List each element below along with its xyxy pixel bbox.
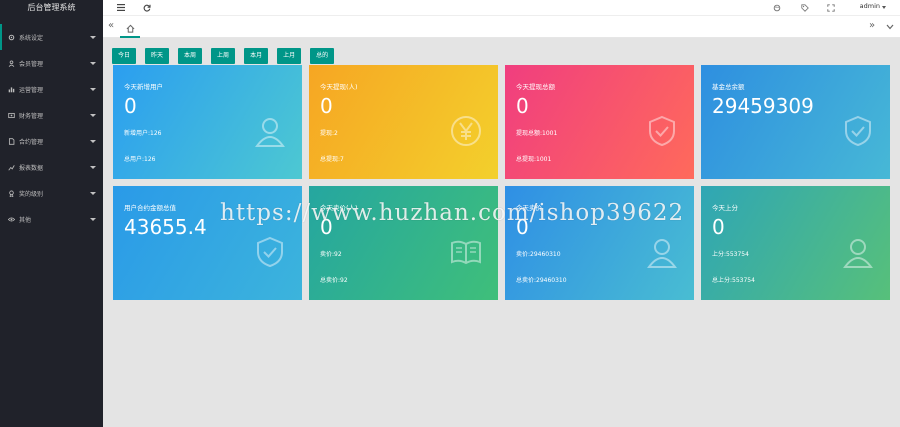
top-header: admin <box>103 0 900 16</box>
shield-check-icon <box>257 236 283 268</box>
sidebar: 后台管理系统 系统设定 会员管理 运营管理 财务管理 合约管理 报表数据 奖的级… <box>0 0 103 427</box>
stat-card-fund-balance: 基金总余额 29459309 <box>701 65 890 179</box>
sidebar-item-label: 报表数据 <box>19 164 44 172</box>
stat-card-new-users: 今天新增用户 0 新增用户:126 总用户:126 <box>113 65 302 179</box>
yen-icon <box>451 116 481 146</box>
filter-this-week-button[interactable]: 本周 <box>178 48 203 64</box>
gear-icon <box>8 34 15 41</box>
user-icon <box>647 239 677 268</box>
report-icon <box>8 164 15 171</box>
theme-icon[interactable] <box>772 3 781 12</box>
main-content: 今日 昨天 本周 上周 本月 上月 总的 今天新增用户 0 新增用户:126 总… <box>103 38 900 427</box>
sidebar-item-label: 会员管理 <box>19 60 44 68</box>
card-detail: 卖价:92 <box>320 251 342 258</box>
chevron-down-icon[interactable] <box>882 6 886 9</box>
app-title: 后台管理系统 <box>27 3 76 12</box>
user-menu[interactable]: admin <box>860 2 880 10</box>
sidebar-item-operations[interactable]: 运营管理 <box>0 76 103 102</box>
filter-yesterday-button[interactable]: 昨天 <box>145 48 170 64</box>
filter-this-month-button[interactable]: 本月 <box>244 48 269 64</box>
card-total: 总上分:553754 <box>712 277 755 284</box>
chevron-down-icon <box>90 62 96 65</box>
filter-last-week-button[interactable]: 上周 <box>211 48 236 64</box>
book-icon <box>451 240 481 265</box>
chevron-down-icon <box>90 192 96 195</box>
chevron-down-icon <box>90 166 96 169</box>
sidebar-item-other[interactable]: 其他 <box>0 206 103 232</box>
stat-card-withdraw-users: 今天提现(人) 0 提现:2 总提现:7 <box>309 65 498 179</box>
card-value: 0 <box>516 94 529 118</box>
stat-card-withdraw-amount: 今天提现总额 0 提现总额:1001 总提现:1001 <box>505 65 694 179</box>
money-icon <box>8 112 15 119</box>
card-value: 0 <box>320 94 333 118</box>
card-total: 总卖价:29460310 <box>516 277 567 284</box>
card-detail: 提现:2 <box>320 130 338 137</box>
card-title: 基金总余额 <box>712 83 745 91</box>
scroll-left-icon[interactable]: « <box>108 20 114 32</box>
user-icon <box>843 239 873 268</box>
filter-last-month-button[interactable]: 上月 <box>277 48 302 64</box>
card-detail: 上分:553754 <box>712 251 749 258</box>
card-detail: 新增用户:126 <box>124 130 162 137</box>
tab-home[interactable] <box>120 19 140 38</box>
sidebar-nav: 系统设定 会员管理 运营管理 财务管理 合约管理 报表数据 奖的级别 其他 <box>0 24 103 232</box>
refresh-icon[interactable] <box>142 3 151 12</box>
chart-icon <box>8 86 15 93</box>
chevron-down-icon <box>90 88 96 91</box>
user-icon <box>8 59 15 67</box>
sidebar-item-reports[interactable]: 报表数据 <box>0 154 103 180</box>
fullscreen-icon[interactable] <box>826 3 835 12</box>
sidebar-item-label: 运营管理 <box>19 86 44 94</box>
sidebar-item-label: 其他 <box>19 216 32 224</box>
chevron-down-icon <box>90 36 96 39</box>
menu-toggle-icon[interactable] <box>116 3 125 12</box>
card-value: 29459309 <box>712 94 814 118</box>
watermark-text: https://www.huzhan.com/ishop39622 <box>220 200 685 226</box>
sidebar-item-label: 财务管理 <box>19 112 44 120</box>
chevron-down-icon <box>90 218 96 221</box>
card-title: 今天新增用户 <box>124 83 163 91</box>
user-icon <box>255 118 285 147</box>
award-icon <box>8 190 15 197</box>
card-detail: 卖价:29460310 <box>516 251 561 258</box>
sidebar-item-awards[interactable]: 奖的级别 <box>0 180 103 206</box>
card-title: 今天上分 <box>712 204 738 212</box>
chevron-down-icon <box>90 114 96 117</box>
sidebar-item-contracts[interactable]: 合约管理 <box>0 128 103 154</box>
home-icon <box>126 18 135 37</box>
date-filter-group: 今日 昨天 本周 上周 本月 上月 总的 <box>112 48 343 64</box>
sidebar-item-label: 奖的级别 <box>19 190 44 198</box>
card-total: 总提现:1001 <box>516 156 552 163</box>
file-icon <box>8 137 15 145</box>
filter-total-button[interactable]: 总的 <box>310 48 335 64</box>
scroll-right-icon[interactable]: » <box>869 20 875 32</box>
sidebar-item-label: 系统设定 <box>19 34 44 42</box>
sidebar-item-label: 合约管理 <box>19 138 44 146</box>
sidebar-item-members[interactable]: 会员管理 <box>0 50 103 76</box>
card-title: 今天提现(人) <box>320 83 358 91</box>
filter-today-button[interactable]: 今日 <box>112 48 137 64</box>
tag-icon[interactable] <box>800 3 809 12</box>
card-title: 今天提现总额 <box>516 83 555 91</box>
card-value: 0 <box>712 215 725 239</box>
shield-check-icon <box>649 115 675 147</box>
card-total: 总用户:126 <box>124 156 156 163</box>
sidebar-item-finance[interactable]: 财务管理 <box>0 102 103 128</box>
eye-icon <box>8 216 15 223</box>
tab-bar: « » <box>103 16 900 38</box>
shield-check-icon <box>845 115 871 147</box>
card-total: 总卖价:92 <box>320 277 348 284</box>
card-value: 0 <box>124 94 137 118</box>
sidebar-item-system-settings[interactable]: 系统设定 <box>0 24 103 50</box>
tabs-menu-chevron-icon[interactable] <box>886 22 894 34</box>
card-detail: 提现总额:1001 <box>516 130 558 137</box>
card-total: 总提现:7 <box>320 156 344 163</box>
stat-card-points-added: 今天上分 0 上分:553754 总上分:553754 <box>701 186 890 300</box>
chevron-down-icon <box>90 140 96 143</box>
